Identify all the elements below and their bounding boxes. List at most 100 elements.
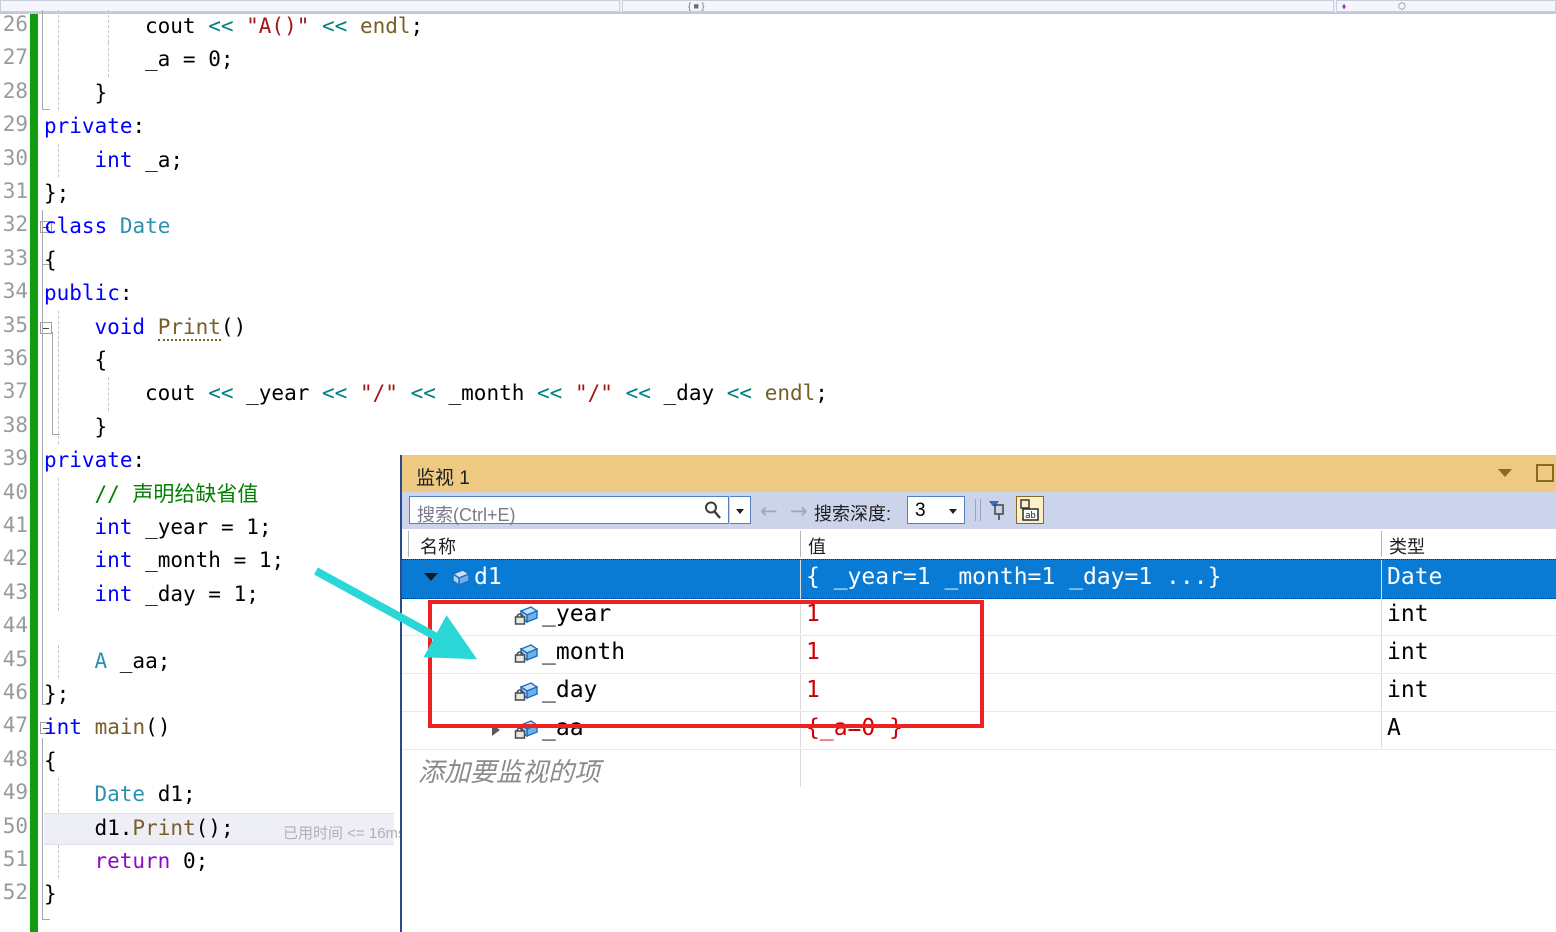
column-header-type[interactable]: 类型	[1389, 533, 1425, 559]
type-column-separator	[1381, 635, 1382, 672]
code-token: cout	[144, 14, 196, 38]
gutter-separator	[38, 14, 39, 932]
toolbar-glyph-a: { ■ }	[688, 1, 705, 11]
line-number: 27	[2, 45, 28, 70]
code-token: }	[94, 80, 108, 105]
code-token: _year	[246, 381, 310, 406]
code-line-30[interactable]: int _a;	[44, 144, 183, 177]
code-line-33[interactable]: {	[44, 244, 57, 277]
code-token: _day	[663, 381, 715, 406]
watch-row[interactable]: _day 1 int	[402, 673, 1556, 712]
value-column-separator	[800, 749, 801, 787]
line-number: 51	[2, 847, 28, 871]
watch-row-value[interactable]: { _year=1 _month=1 _day=1 ...}	[806, 564, 1221, 590]
code-line-40[interactable]: // 声明给缺省值	[44, 478, 258, 511]
search-options-dropdown[interactable]	[730, 496, 751, 524]
code-token: 0	[182, 849, 196, 873]
search-depth-select[interactable]: 3	[907, 496, 965, 524]
code-line-49[interactable]: Date d1;	[44, 778, 195, 811]
code-token: int	[94, 515, 133, 539]
code-line-52[interactable]: }	[44, 878, 57, 911]
code-token: _a	[144, 47, 171, 72]
pin-value-ab-icon[interactable]: ab	[1016, 496, 1044, 524]
chevron-down-icon	[949, 509, 957, 514]
code-line-51[interactable]: return 0;	[44, 845, 208, 878]
watch-rows[interactable]: d1 { _year=1 _month=1 _day=1 ...} Date _yea…	[402, 559, 1556, 932]
code-line-45[interactable]: A _aa;	[44, 645, 170, 678]
line-number: 49	[2, 780, 28, 805]
line-number: 48	[2, 746, 28, 771]
code-line-26[interactable]: cout << "A()" << endl;	[44, 10, 423, 43]
code-line-31[interactable]: };	[44, 177, 69, 210]
pin-filter-icon[interactable]	[984, 496, 1012, 524]
header-sep-2[interactable]	[1381, 531, 1382, 557]
expander-collapsed-icon[interactable]	[492, 724, 500, 736]
watch-title-bar[interactable]: 监视 1	[402, 455, 1556, 492]
code-line-35[interactable]: void Print()	[44, 311, 246, 344]
code-token: <<	[322, 381, 348, 406]
watch-add-item-row[interactable]: 添加要监视的项	[402, 749, 1556, 787]
code-line-29[interactable]: private:	[44, 110, 145, 143]
watch-row-value[interactable]: 1	[806, 601, 820, 627]
header-sep-1[interactable]	[800, 531, 801, 557]
search-icon[interactable]	[704, 501, 722, 520]
svg-text:ab: ab	[1025, 511, 1036, 521]
code-line-37[interactable]: cout << _year << "/" << _month << "/" <<…	[44, 377, 828, 410]
search-next-button[interactable]: →	[790, 499, 808, 523]
watch-row-name: _day	[542, 677, 598, 703]
type-column-separator	[1381, 673, 1382, 710]
line-number: 31	[2, 179, 28, 203]
code-token: int	[44, 715, 82, 740]
watch-row-value[interactable]: {_a=0 }	[806, 715, 903, 741]
code-line-38[interactable]: }	[44, 411, 107, 444]
watch-row[interactable]: d1 { _year=1 _month=1 _day=1 ...} Date	[402, 559, 1556, 599]
line-number: 42	[2, 546, 28, 571]
code-line-34[interactable]: public:	[44, 277, 133, 310]
code-line-27[interactable]: _a = 0;	[44, 43, 234, 76]
code-line-43[interactable]: int _day = 1;	[44, 578, 258, 611]
code-line-46[interactable]: };	[44, 678, 69, 711]
code-line-48[interactable]: {	[44, 745, 57, 778]
code-line-28[interactable]: }	[44, 77, 107, 110]
column-header-name[interactable]: 名称	[420, 533, 456, 559]
code-token: =	[233, 548, 247, 573]
watch-window: 监视 1 搜索(Ctrl+E) ← → 搜索深度: 3 ab 名称 值 类型 d…	[400, 455, 1556, 932]
code-token: {	[44, 748, 57, 773]
code-line-41[interactable]: int _year = 1;	[44, 511, 271, 544]
watch-row-value[interactable]: 1	[806, 639, 820, 665]
code-line-32[interactable]: class Date	[44, 210, 170, 243]
code-token: ;	[410, 14, 424, 38]
code-token: ()	[145, 715, 171, 740]
column-header-value[interactable]: 值	[808, 533, 826, 559]
change-indicator-bar	[30, 14, 38, 932]
code-line-39[interactable]: private:	[44, 444, 145, 477]
watch-row-value[interactable]: 1	[806, 677, 820, 703]
code-line-50[interactable]: d1.Print();	[44, 812, 233, 845]
code-line-36[interactable]: {	[44, 344, 107, 377]
watch-row[interactable]: _month 1 int	[402, 635, 1556, 674]
code-token: <<	[322, 14, 348, 38]
code-token: ;	[271, 548, 285, 573]
code-line-47[interactable]: int main()	[44, 711, 170, 744]
line-number: 39	[2, 446, 28, 471]
code-token: {	[94, 348, 108, 372]
chevron-down-icon[interactable]	[1498, 469, 1512, 477]
code-token: _year	[145, 515, 209, 539]
search-input[interactable]: 搜索(Ctrl+E)	[409, 496, 729, 525]
code-line-42[interactable]: int _month = 1;	[44, 544, 284, 577]
line-number: 40	[2, 479, 28, 504]
line-number: 35	[2, 312, 28, 337]
watch-row[interactable]: _year 1 int	[402, 597, 1556, 636]
watch-row[interactable]: _aa {_a=0 } A	[402, 711, 1556, 750]
code-token: "/"	[574, 381, 613, 406]
watch-row-name: _month	[542, 639, 626, 665]
window-pin-icon[interactable]	[1536, 464, 1554, 482]
search-prev-button[interactable]: ←	[760, 499, 778, 523]
expander-expanded-icon[interactable]	[424, 573, 438, 581]
